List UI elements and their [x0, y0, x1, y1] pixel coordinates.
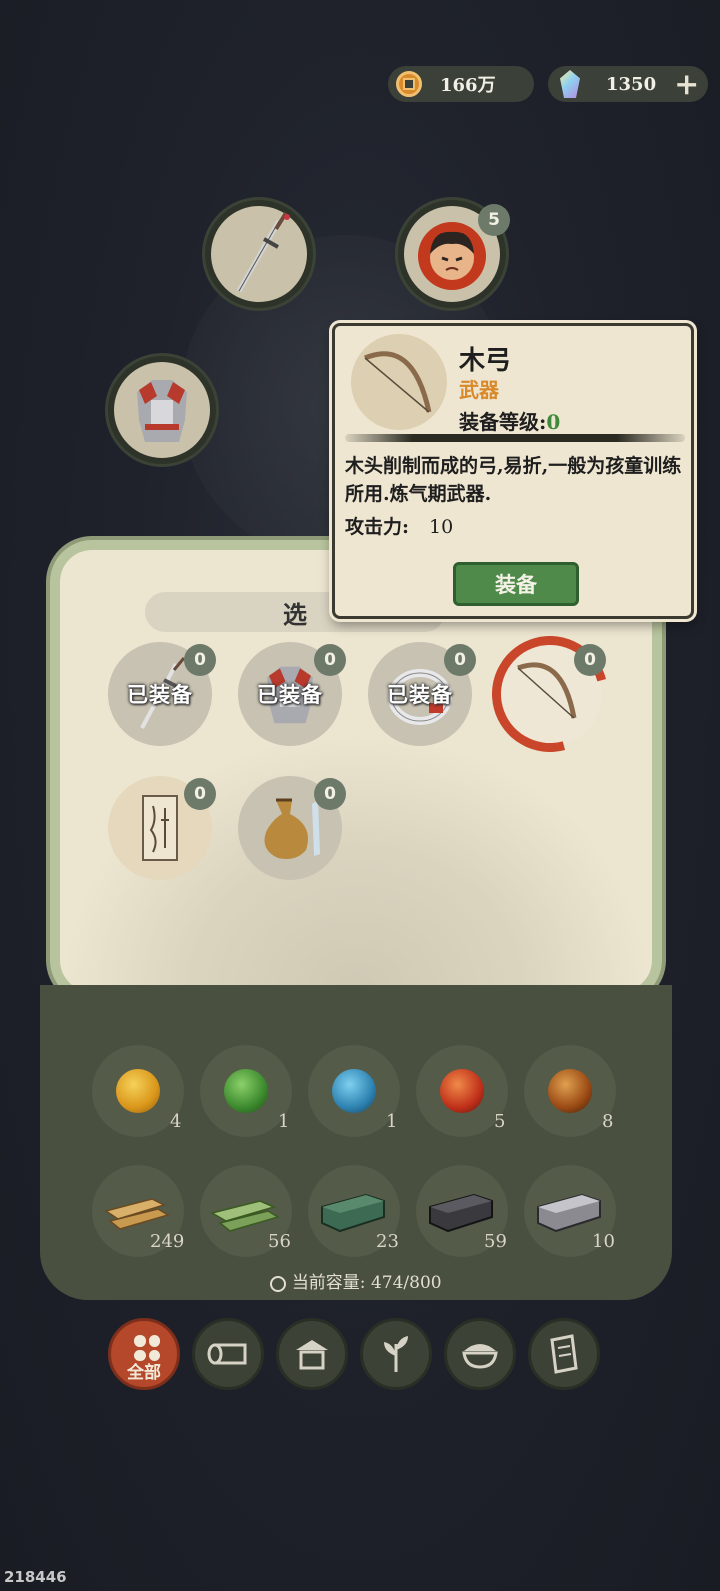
capacity-value: 474/800 [370, 1273, 442, 1293]
weapon-slot[interactable] [205, 200, 313, 308]
material-count: 10 [592, 1231, 615, 1252]
tab-label: 全部 [127, 1363, 161, 1383]
green-orb-icon [224, 1069, 268, 1113]
capacity-label: 当前容量: [291, 1273, 366, 1293]
item-attack: 攻击力: 10 [345, 512, 453, 539]
material-count: 8 [602, 1111, 614, 1132]
item-badge: 0 [184, 644, 216, 676]
tab-wood[interactable] [192, 1318, 264, 1390]
gem-icon [560, 70, 580, 98]
companion-slot[interactable]: 5 [398, 200, 510, 308]
inventory-item-scroll[interactable]: 0 [108, 776, 216, 880]
coin-icon [396, 71, 422, 97]
item-name: 木弓 [459, 346, 512, 376]
armor-slot[interactable] [108, 356, 216, 464]
item-badge: 0 [574, 644, 606, 676]
item-level: 装备等级:0 [459, 406, 560, 435]
level-label: 装备等级: [459, 410, 547, 434]
red-orb-icon [440, 1069, 484, 1113]
attack-label: 攻击力: [345, 516, 410, 538]
coin-value: 166万 [440, 75, 496, 96]
tab-food[interactable] [444, 1318, 516, 1390]
build-id: 218446 [4, 1568, 67, 1586]
material-count: 59 [484, 1231, 507, 1252]
inventory-item-bow[interactable]: 0 [470, 614, 630, 774]
herb-icon [384, 1336, 408, 1372]
item-badge: 0 [184, 778, 216, 810]
scroll-icon [142, 795, 178, 861]
bow-icon [364, 351, 432, 413]
item-badge: 0 [314, 778, 346, 810]
log-icon [207, 1343, 247, 1365]
material-count: 4 [170, 1111, 182, 1132]
add-gems-button[interactable]: + [674, 67, 699, 102]
equipped-label: 已装备 [127, 682, 193, 707]
gem-value: 1350 [606, 73, 657, 95]
gold-orb-icon [116, 1069, 160, 1113]
attack-value: 10 [429, 516, 454, 538]
item-badge: 0 [314, 644, 346, 676]
gem-counter: 1350 + [548, 66, 708, 102]
tab-herb[interactable] [360, 1318, 432, 1390]
divider [345, 434, 685, 442]
equip-button[interactable]: 装备 [453, 562, 579, 606]
item-tooltip: 木弓 武器 装备等级:0 木头削制而成的弓,易折,一般为孩童训练所用.炼气期武器… [332, 323, 694, 619]
equipped-label: 已装备 [387, 682, 453, 707]
tab-scroll[interactable] [528, 1318, 600, 1390]
capacity-indicator: 当前容量: 474/800 [40, 1268, 672, 1293]
house-icon [296, 1340, 328, 1370]
materials-panel: 4 1 1 5 8 249 56 23 59 10 当前容量: 474/800 [40, 985, 672, 1300]
tab-building[interactable] [276, 1318, 348, 1390]
inventory-item-armor[interactable]: 已装备 0 [238, 642, 346, 746]
companion-badge: 5 [478, 204, 510, 236]
level-value: 0 [546, 410, 561, 434]
armor-icon [137, 380, 187, 442]
material-count: 56 [268, 1231, 291, 1252]
equipped-label: 已装备 [257, 682, 323, 707]
tab-all[interactable]: 全部 [108, 1318, 180, 1390]
material-count: 1 [278, 1111, 290, 1132]
inventory-item-ring[interactable]: 已装备 0 [368, 642, 476, 746]
material-count: 1 [386, 1111, 398, 1132]
item-badge: 0 [444, 644, 476, 676]
blue-orb-icon [332, 1069, 376, 1113]
coin-counter: 166万 [388, 66, 534, 102]
bag-icon [270, 1275, 287, 1292]
inventory-item-gourd[interactable]: 0 [238, 776, 346, 880]
tooltip-item-icon [351, 334, 447, 430]
item-type: 武器 [459, 378, 499, 402]
sword-icon [236, 211, 290, 293]
material-count: 249 [150, 1231, 185, 1252]
scroll-icon [550, 1334, 578, 1374]
material-count: 5 [494, 1111, 506, 1132]
bowl-icon [462, 1344, 498, 1369]
dark-orb-icon [548, 1069, 592, 1113]
item-description: 木头削制而成的弓,易折,一般为孩童训练所用.炼气期武器. [345, 455, 682, 505]
material-count: 23 [376, 1231, 399, 1252]
inventory-item-sword[interactable]: 已装备 0 [108, 642, 216, 746]
